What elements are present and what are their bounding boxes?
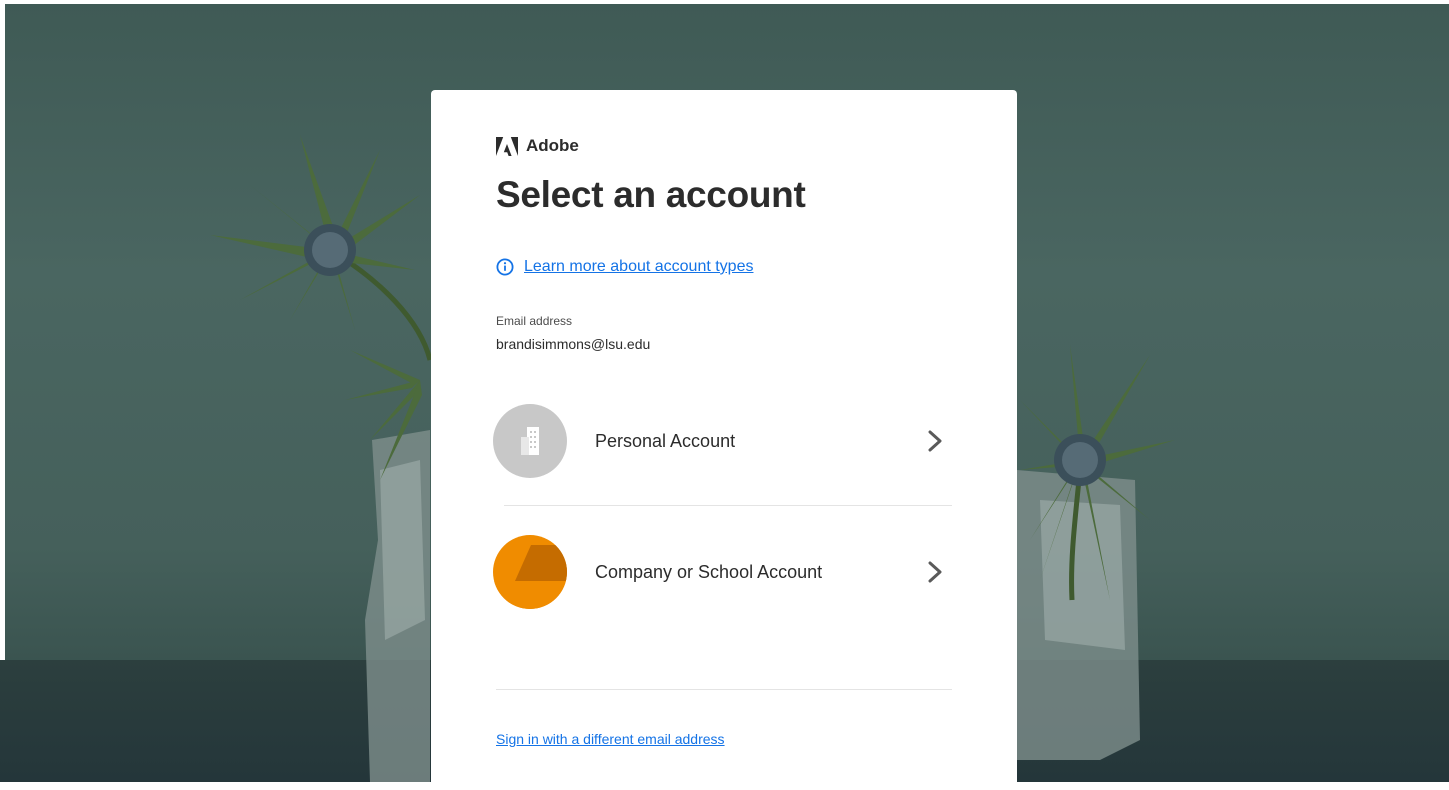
page-title: Select an account: [496, 174, 806, 215]
info-icon: [496, 258, 514, 276]
learn-more-link[interactable]: Learn more about account types: [524, 258, 753, 276]
footer-divider: [496, 689, 952, 690]
personal-account-avatar: [493, 404, 567, 478]
company-logo-icon: [493, 545, 567, 609]
email-label: Email address: [496, 314, 573, 328]
company-account-avatar: [493, 535, 567, 609]
personal-account-option[interactable]: Personal Account: [493, 396, 953, 486]
email-value: brandisimmons@lsu.edu: [496, 336, 651, 352]
chevron-right-icon: [928, 561, 942, 583]
learn-more-row[interactable]: Learn more about account types: [496, 258, 753, 276]
building-icon: [521, 427, 539, 455]
account-selection-card: Adobe Select an account Learn more about…: [431, 90, 1017, 790]
brand-header: Adobe: [496, 136, 579, 156]
personal-account-label: Personal Account: [595, 430, 736, 451]
different-email-link[interactable]: Sign in with a different email address: [496, 731, 725, 747]
account-divider: [504, 505, 952, 506]
company-account-label: Company or School Account: [595, 561, 823, 582]
chevron-right-icon: [928, 430, 942, 452]
company-account-option[interactable]: Company or School Account: [493, 527, 953, 617]
brand-name: Adobe: [526, 136, 579, 155]
adobe-logo-icon: [496, 136, 518, 156]
